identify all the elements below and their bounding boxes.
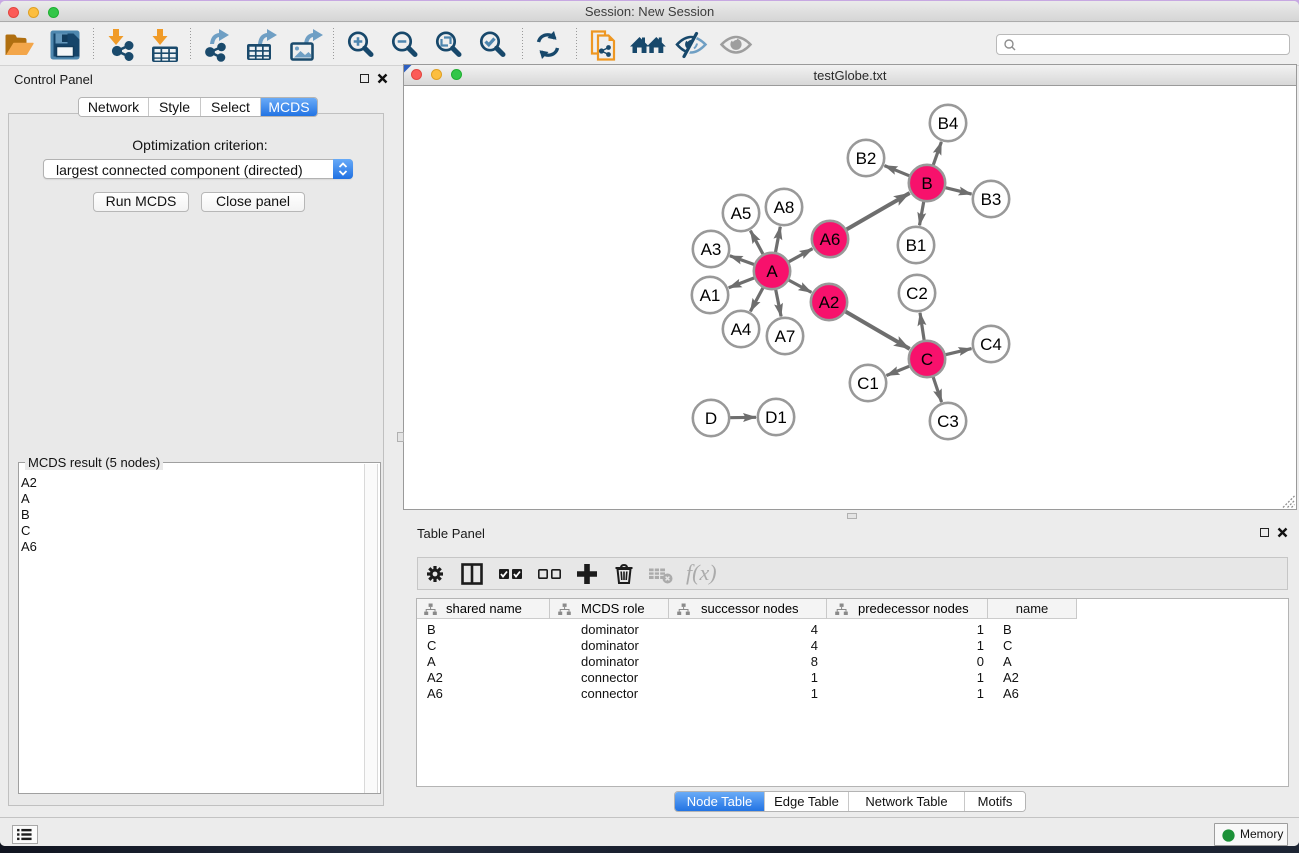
svg-text:B: B	[921, 174, 932, 193]
svg-text:A4: A4	[731, 320, 752, 339]
svg-text:B4: B4	[938, 114, 959, 133]
svg-text:A2: A2	[819, 293, 840, 312]
svg-text:A8: A8	[774, 198, 795, 217]
svg-text:B2: B2	[856, 149, 877, 168]
svg-text:C1: C1	[857, 374, 879, 393]
svg-text:D1: D1	[765, 408, 787, 427]
svg-text:A6: A6	[820, 230, 841, 249]
svg-text:C4: C4	[980, 335, 1002, 354]
svg-text:A: A	[766, 262, 778, 281]
svg-text:C2: C2	[906, 284, 928, 303]
svg-text:B1: B1	[906, 236, 927, 255]
svg-text:A5: A5	[731, 204, 752, 223]
svg-text:B3: B3	[981, 190, 1002, 209]
svg-text:D: D	[705, 409, 717, 428]
svg-text:A7: A7	[775, 327, 796, 346]
svg-text:A3: A3	[701, 240, 722, 259]
svg-text:C3: C3	[937, 412, 959, 431]
svg-text:C: C	[921, 350, 933, 369]
svg-text:A1: A1	[700, 286, 721, 305]
